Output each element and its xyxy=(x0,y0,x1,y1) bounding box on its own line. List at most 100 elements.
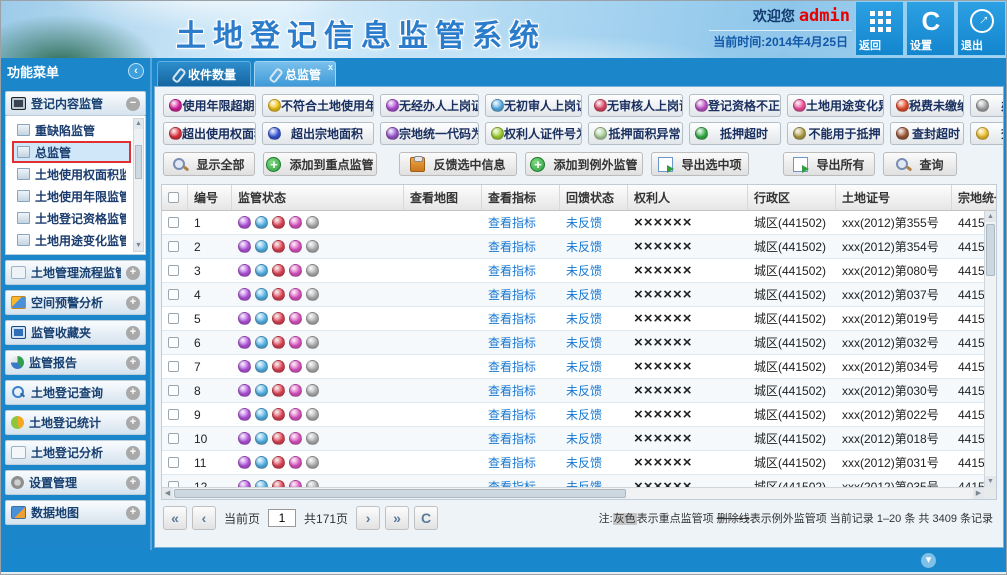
filter-button[interactable]: 抵押面积异常 xyxy=(588,122,683,145)
filter-button[interactable]: 使用年限超期 xyxy=(163,94,256,117)
row-checkbox[interactable] xyxy=(168,433,179,444)
toolbar-button[interactable]: 反馈选中信息 xyxy=(399,152,517,176)
toolbar-button[interactable]: 添加到重点监管 xyxy=(263,152,377,176)
scroll-right-icon[interactable]: ▶ xyxy=(973,488,984,499)
filter-button[interactable]: 宗地统一代码为空 xyxy=(380,122,479,145)
toolbar-button[interactable]: 导出选中项 xyxy=(651,152,749,176)
view-indicator-text[interactable]: 查看指标 xyxy=(488,334,536,351)
toolbar-button[interactable]: 导出所有 xyxy=(783,152,875,176)
sidebar-submenu-item[interactable]: 总监管 xyxy=(12,141,131,163)
collapse-minus-icon[interactable]: − xyxy=(126,97,140,111)
filter-button[interactable]: 超出宗地面积 xyxy=(262,122,374,145)
view-indicator-link[interactable]: 查看指标 xyxy=(482,451,560,474)
filter-button[interactable]: 权利人证件号为空 xyxy=(485,122,582,145)
view-indicator-link[interactable]: 查看指标 xyxy=(482,475,560,487)
sidebar-group[interactable]: 土地登记统计 + xyxy=(5,410,146,435)
header-nav-button[interactable]: 设置 xyxy=(906,1,955,56)
expand-plus-icon[interactable]: + xyxy=(126,446,140,460)
filter-button[interactable]: 土地用途变化异常 xyxy=(787,94,884,117)
header-nav-button[interactable]: 退出 xyxy=(957,1,1006,56)
sidebar-group[interactable]: 土地登记查询 + xyxy=(5,380,146,405)
sidebar-submenu-item[interactable]: 重缺陷监管 xyxy=(12,119,131,141)
tab-close-icon[interactable]: x xyxy=(328,63,333,72)
select-all-checkbox[interactable] xyxy=(168,192,179,203)
expand-plus-icon[interactable]: + xyxy=(126,266,140,280)
view-indicator-text[interactable]: 查看指标 xyxy=(488,478,536,487)
filter-button[interactable]: 查封超期 xyxy=(970,122,1003,145)
scroll-down-icon[interactable]: ▼ xyxy=(134,241,143,251)
expand-plus-icon[interactable]: + xyxy=(126,416,140,430)
filter-button[interactable]: 不符合土地使用年限 xyxy=(262,94,374,117)
sidebar-group-registration-content[interactable]: 登记内容监管 − xyxy=(5,91,146,116)
view-indicator-text[interactable]: 查看指标 xyxy=(488,214,536,231)
toolbar-button[interactable]: 查询 xyxy=(883,152,957,176)
view-indicator-link[interactable]: 查看指标 xyxy=(482,235,560,258)
sidebar-group[interactable]: 设置管理 + xyxy=(5,470,146,495)
filter-button[interactable]: 税费未缴纳 xyxy=(890,94,964,117)
submenu-scrollbar[interactable]: ▲ ▼ xyxy=(133,118,144,252)
filter-button[interactable]: 抵押超时 xyxy=(689,122,781,145)
view-indicator-text[interactable]: 查看指标 xyxy=(488,310,536,327)
view-indicator-link[interactable]: 查看指标 xyxy=(482,283,560,306)
table-horizontal-scrollbar[interactable]: ◀ ▶ xyxy=(162,487,984,499)
view-indicator-text[interactable]: 查看指标 xyxy=(488,406,536,423)
expand-plus-icon[interactable]: + xyxy=(126,356,140,370)
table-vertical-scrollbar[interactable]: ▲ ▼ xyxy=(984,211,996,487)
expand-plus-icon[interactable]: + xyxy=(126,296,140,310)
scroll-up-icon[interactable]: ▲ xyxy=(134,119,143,129)
row-checkbox[interactable] xyxy=(168,289,179,300)
scroll-left-icon[interactable]: ◀ xyxy=(162,488,173,499)
prev-page-button[interactable] xyxy=(192,506,216,530)
last-page-button[interactable] xyxy=(385,506,409,530)
sidebar-submenu-item[interactable]: 土地登记资格监管 xyxy=(12,207,131,229)
filter-button[interactable]: 登记资格不正常 xyxy=(689,94,781,117)
sidebar-group[interactable]: 数据地图 + xyxy=(5,500,146,525)
view-indicator-text[interactable]: 查看指标 xyxy=(488,238,536,255)
expand-plus-icon[interactable]: + xyxy=(126,506,140,520)
filter-button[interactable]: 不能用于抵押 xyxy=(787,122,884,145)
view-indicator-link[interactable]: 查看指标 xyxy=(482,331,560,354)
row-checkbox[interactable] xyxy=(168,265,179,276)
sidebar-group[interactable]: 空间预警分析 + xyxy=(5,290,146,315)
row-checkbox[interactable] xyxy=(168,409,179,420)
expand-plus-icon[interactable]: + xyxy=(126,476,140,490)
scroll-thumb[interactable] xyxy=(986,224,995,276)
chevron-down-icon[interactable] xyxy=(921,553,936,568)
scroll-thumb[interactable] xyxy=(135,145,142,179)
sidebar-group[interactable]: 土地登记分析 + xyxy=(5,440,146,465)
view-indicator-text[interactable]: 查看指标 xyxy=(488,430,536,447)
toolbar-button[interactable]: 添加到例外监管 xyxy=(525,152,643,176)
row-checkbox[interactable] xyxy=(168,337,179,348)
filter-button[interactable]: 查封超时 xyxy=(890,122,964,145)
first-page-button[interactable] xyxy=(163,506,187,530)
filter-button[interactable]: 超出使用权面积 xyxy=(163,122,256,145)
view-indicator-link[interactable]: 查看指标 xyxy=(482,427,560,450)
view-indicator-text[interactable]: 查看指标 xyxy=(488,286,536,303)
next-page-button[interactable] xyxy=(356,506,380,530)
view-indicator-text[interactable]: 查看指标 xyxy=(488,454,536,471)
view-indicator-text[interactable]: 查看指标 xyxy=(488,358,536,375)
row-checkbox[interactable] xyxy=(168,241,179,252)
view-indicator-link[interactable]: 查看指标 xyxy=(482,379,560,402)
page-number-input[interactable] xyxy=(268,509,296,527)
view-indicator-text[interactable]: 查看指标 xyxy=(488,382,536,399)
tab-receipt-count[interactable]: 收件数量 xyxy=(157,61,251,86)
expand-plus-icon[interactable]: + xyxy=(126,386,140,400)
view-indicator-link[interactable]: 查看指标 xyxy=(482,355,560,378)
filter-button[interactable]: 办理超时 xyxy=(970,94,1003,117)
view-indicator-link[interactable]: 查看指标 xyxy=(482,259,560,282)
filter-button[interactable]: 无经办人上岗证号 xyxy=(380,94,479,117)
sidebar-group[interactable]: 监管报告 + xyxy=(5,350,146,375)
scroll-thumb[interactable] xyxy=(174,489,626,498)
filter-button[interactable]: 无审核人上岗证号 xyxy=(588,94,683,117)
sidebar-submenu-item[interactable]: 土地使用权面积监管 xyxy=(12,163,131,185)
refresh-button[interactable] xyxy=(414,506,438,530)
row-checkbox[interactable] xyxy=(168,217,179,228)
filter-button[interactable]: 无初审人上岗证号 xyxy=(485,94,582,117)
sidebar-submenu-item[interactable]: 土地使用年限监管 xyxy=(12,185,131,207)
scroll-up-icon[interactable]: ▲ xyxy=(985,211,996,222)
view-indicator-link[interactable]: 查看指标 xyxy=(482,403,560,426)
scroll-down-icon[interactable]: ▼ xyxy=(985,476,996,487)
row-checkbox[interactable] xyxy=(168,385,179,396)
view-indicator-link[interactable]: 查看指标 xyxy=(482,211,560,234)
